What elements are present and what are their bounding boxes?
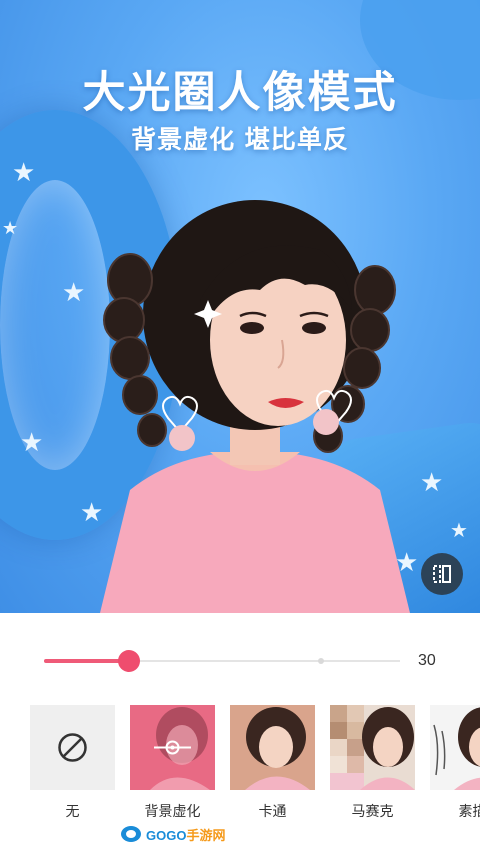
slider-value: 30: [418, 652, 436, 669]
effect-thumb: [30, 705, 115, 790]
effect-none[interactable]: 无: [30, 705, 115, 821]
slider-thumb[interactable]: [118, 650, 140, 672]
effect-cartoon[interactable]: 卡通: [230, 705, 315, 821]
effect-mosaic[interactable]: 马赛克: [330, 705, 415, 821]
none-icon: [58, 733, 87, 762]
photo-preview: ★ ★ ★ ★ ★ ★ ★ ★ 大光圈人像模式 背景虚化 堪比单反: [0, 0, 480, 613]
effect-thumb: [430, 705, 480, 790]
effect-label: 背景虚化: [144, 804, 201, 820]
compare-icon: [433, 565, 451, 583]
star-decoration: ★: [2, 218, 19, 239]
gogo-logo-icon: [121, 826, 141, 842]
star-decoration: ★: [420, 468, 444, 498]
portrait-illustration: [100, 200, 410, 613]
portrait-thumb: [330, 705, 415, 790]
compare-button[interactable]: [421, 553, 463, 595]
effect-label: 无: [65, 804, 80, 820]
effect-label: 马赛克: [351, 804, 394, 820]
effect-sketch[interactable]: 素描: [430, 705, 480, 821]
promo-subtitle: 背景虚化 堪比单反: [131, 125, 349, 154]
star-decoration: ★: [20, 428, 44, 458]
watermark-text: GOGO手游网: [146, 827, 226, 843]
effect-thumb: [330, 705, 415, 790]
portrait-thumb: [230, 705, 315, 790]
slider-fill: [44, 659, 129, 663]
promo-title: 大光圈人像模式: [82, 68, 398, 118]
effect-list: 无 背景虚化 卡通 马赛克 素描: [30, 705, 480, 825]
intensity-slider[interactable]: [44, 650, 400, 672]
effect-label: 卡通: [258, 804, 287, 820]
star-decoration: ★: [450, 518, 468, 542]
slider-default-marker: [318, 658, 324, 664]
effect-panel: 30 无 背景虚化 卡通 马赛克 素描 GOGO手游网: [0, 613, 480, 853]
effect-background-blur[interactable]: 背景虚化: [130, 705, 215, 821]
effect-thumb: [230, 705, 315, 790]
effect-thumb: [130, 705, 215, 790]
watermark: GOGO手游网: [120, 823, 225, 845]
effect-label: 素描: [458, 804, 480, 820]
star-decoration: ★: [12, 158, 36, 188]
portrait-thumb: [430, 705, 480, 790]
blur-slider-icon: [154, 740, 191, 755]
star-decoration: ★: [62, 278, 86, 308]
